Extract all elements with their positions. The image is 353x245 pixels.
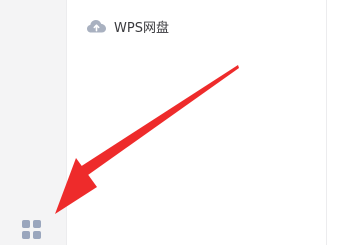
sidebar-item-label: WPS网盘	[114, 20, 169, 36]
apps-grid-icon-cell	[33, 231, 41, 239]
left-rail	[0, 0, 66, 245]
sidebar-item-wps-cloud[interactable]: WPS网盘	[80, 12, 175, 40]
arrow-shaft	[80, 65, 239, 175]
app-window: WPS网盘	[0, 0, 353, 245]
apps-grid-button[interactable]	[22, 220, 42, 240]
apps-grid-icon	[22, 220, 30, 228]
panel-divider	[326, 0, 327, 245]
apps-grid-icon-cell	[22, 231, 30, 239]
apps-grid-icon-cell	[33, 220, 41, 228]
rail-divider	[66, 0, 67, 245]
cloud-icon	[86, 18, 107, 34]
